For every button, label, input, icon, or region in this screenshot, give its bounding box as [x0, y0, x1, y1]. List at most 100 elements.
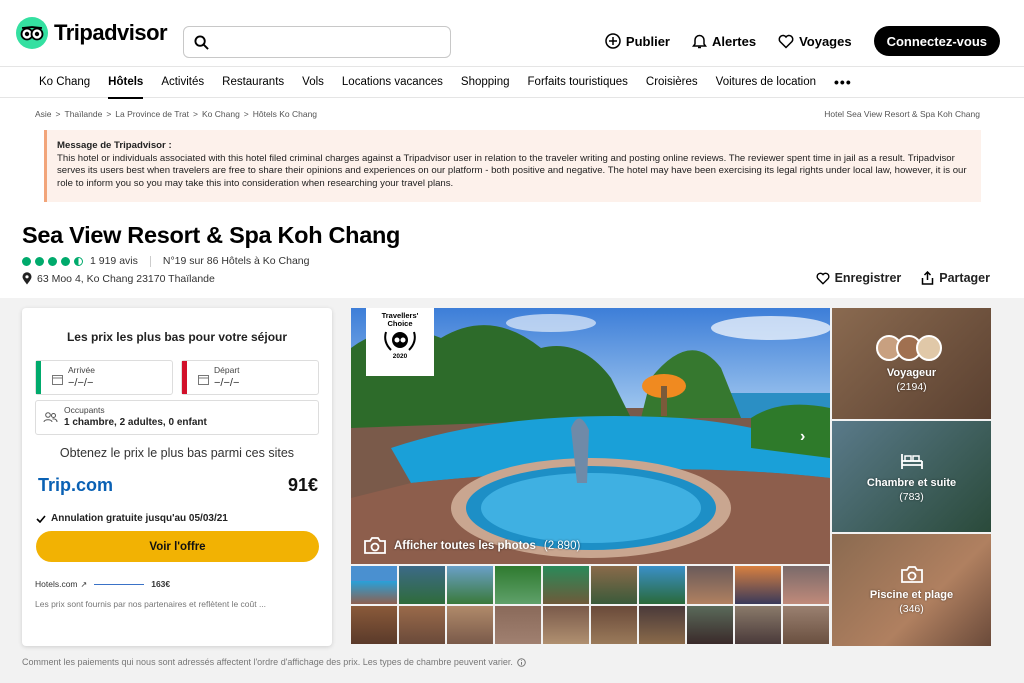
heart-icon	[778, 34, 794, 49]
hotel-ranking[interactable]: N°19 sur 86 Hôtels à Ko Chang	[163, 255, 310, 267]
nav-item-flights[interactable]: Vols	[293, 67, 333, 98]
photo-thumbnail[interactable]	[591, 566, 637, 604]
tripadvisor-logo[interactable]: Tripadvisor	[16, 17, 168, 49]
photo-thumbnail[interactable]	[543, 566, 589, 604]
tile-count: (2194)	[896, 380, 927, 393]
guests-picker[interactable]: Occupants 1 chambre, 2 adultes, 0 enfant	[35, 400, 319, 435]
tile-label: Chambre et suite	[866, 476, 957, 489]
breadcrumb-separator: >	[193, 109, 198, 119]
photo-thumbnail[interactable]	[687, 566, 733, 604]
nav-item-vacation-rentals[interactable]: Locations vacances	[333, 67, 452, 98]
tile-count: (346)	[899, 602, 924, 615]
publish-label: Publier	[625, 33, 670, 49]
provider-logo[interactable]: Trip.com	[38, 475, 113, 496]
departure-value: −/−/−	[214, 377, 240, 389]
departure-date-picker[interactable]: Départ −/−/−	[181, 360, 319, 395]
camera-icon	[900, 565, 923, 583]
arrival-bar	[36, 361, 41, 394]
bell-icon	[692, 34, 707, 49]
footnote-text: Comment les paiements qui nous sont adre…	[22, 657, 513, 667]
departure-bar	[182, 361, 187, 394]
photo-thumbnail[interactable]	[687, 606, 733, 644]
sign-in-button[interactable]: Connectez-vous	[873, 26, 1000, 56]
nav-item-hotels[interactable]: Hôtels	[99, 67, 152, 99]
heart-icon	[816, 272, 830, 285]
photo-thumbnail[interactable]	[543, 606, 589, 644]
breadcrumb-item[interactable]: Hôtels Ko Chang	[253, 109, 317, 119]
review-count[interactable]: 1 919 avis	[90, 255, 138, 267]
more-menu-button[interactable]: •••	[825, 67, 861, 98]
partners-note[interactable]: Les prix sont fournis par nos partenaire…	[35, 599, 266, 609]
photo-thumbnail[interactable]	[447, 566, 493, 604]
alerts-button[interactable]: Alertes	[692, 33, 756, 49]
save-button[interactable]: Enregistrer	[816, 271, 901, 285]
nav-item-packages[interactable]: Forfaits touristiques	[519, 67, 637, 98]
photo-thumbnail[interactable]	[447, 606, 493, 644]
view-all-photos-button[interactable]: Afficher toutes les photos (2 890)	[364, 537, 580, 554]
nav-item-ko-chang[interactable]: Ko Chang	[30, 67, 99, 98]
photo-thumbnail[interactable]	[735, 566, 781, 604]
nav-item-activities[interactable]: Activités	[152, 67, 213, 98]
photo-thumbnail[interactable]	[783, 606, 829, 644]
share-label: Partager	[939, 271, 990, 285]
info-icon[interactable]	[517, 657, 526, 667]
breadcrumb-item[interactable]: Asie	[35, 109, 52, 119]
nav-item-restaurants[interactable]: Restaurants	[213, 67, 293, 98]
calendar-icon	[52, 375, 63, 385]
photo-thumbnail[interactable]	[351, 606, 397, 644]
photo-thumbnail[interactable]	[735, 606, 781, 644]
nav-item-car-rental[interactable]: Voitures de location	[707, 67, 825, 98]
search-icon	[194, 34, 209, 50]
breadcrumb-separator: >	[55, 109, 61, 119]
publish-button[interactable]: Publier	[605, 33, 670, 49]
arrival-date-picker[interactable]: Arrivée −/−/−	[35, 360, 173, 395]
address-row: 63 Moo 4, Ko Chang 23170 Thaïlande	[22, 272, 215, 285]
trips-label: Voyages	[799, 33, 852, 49]
rating-bubble-half	[74, 256, 83, 266]
photo-thumbnail[interactable]	[495, 606, 541, 644]
photo-thumbnail[interactable]	[351, 566, 397, 604]
cancellation-text: Annulation gratuite jusqu'au 05/03/21	[51, 513, 228, 524]
search-input[interactable]	[217, 34, 450, 50]
alt-provider-row[interactable]: Hotels.com ↗ 163€	[35, 579, 170, 589]
photo-thumbnail[interactable]	[399, 606, 445, 644]
badge-year: 2020	[392, 353, 408, 360]
tile-traveller-photos[interactable]: Voyageur (2194)	[832, 308, 991, 419]
next-photo-chevron-icon[interactable]: ›	[800, 428, 805, 446]
photo-thumbnail[interactable]	[639, 566, 685, 604]
map-pin-icon	[22, 272, 32, 285]
share-button[interactable]: Partager	[921, 271, 990, 285]
photo-thumbnail[interactable]	[639, 606, 685, 644]
hotel-address[interactable]: 63 Moo 4, Ko Chang 23170 Thaïlande	[37, 273, 215, 285]
breadcrumb-item[interactable]: Ko Chang	[202, 109, 240, 119]
breadcrumb-item[interactable]: Thaïlande	[65, 109, 103, 119]
photo-thumbnail[interactable]	[783, 566, 829, 604]
photo-thumbnail[interactable]	[591, 606, 637, 644]
breadcrumb-current: Hotel Sea View Resort & Spa Koh Chang	[824, 109, 980, 119]
people-icon	[43, 412, 58, 423]
view-offer-button[interactable]: Voir l'offre	[36, 531, 319, 562]
brand-name: Tripadvisor	[54, 20, 168, 45]
checkmark-icon	[36, 514, 46, 523]
message-title: Message de Tripadvisor :	[57, 140, 172, 151]
share-icon	[922, 271, 934, 285]
owl-logo-icon	[16, 17, 48, 49]
rating-bubble	[35, 256, 44, 266]
message-body: This hotel or individuals associated wit…	[57, 152, 967, 189]
tile-room-photos[interactable]: Chambre et suite (783)	[832, 421, 991, 532]
tile-pool-beach-photos[interactable]: Piscine et plage (346)	[832, 534, 991, 646]
breadcrumb-separator: >	[243, 109, 249, 119]
guests-value: 1 chambre, 2 adultes, 0 enfant	[64, 417, 207, 428]
trips-button[interactable]: Voyages	[778, 34, 852, 49]
breadcrumb-item[interactable]: La Province de Trat	[115, 109, 189, 119]
provider-price[interactable]: 91€	[288, 475, 318, 496]
photo-thumbnail[interactable]	[399, 566, 445, 604]
plus-circle-icon	[605, 33, 621, 49]
price-card: Les prix les plus bas pour votre séjour …	[22, 308, 332, 646]
photo-thumbnail[interactable]	[495, 566, 541, 604]
nav-item-shopping[interactable]: Shopping	[452, 67, 519, 98]
avatar	[915, 334, 942, 361]
nav-item-cruises[interactable]: Croisières	[637, 67, 707, 98]
search-box[interactable]	[183, 26, 451, 58]
price-footnote[interactable]: Comment les paiements qui nous sont adre…	[22, 657, 526, 667]
